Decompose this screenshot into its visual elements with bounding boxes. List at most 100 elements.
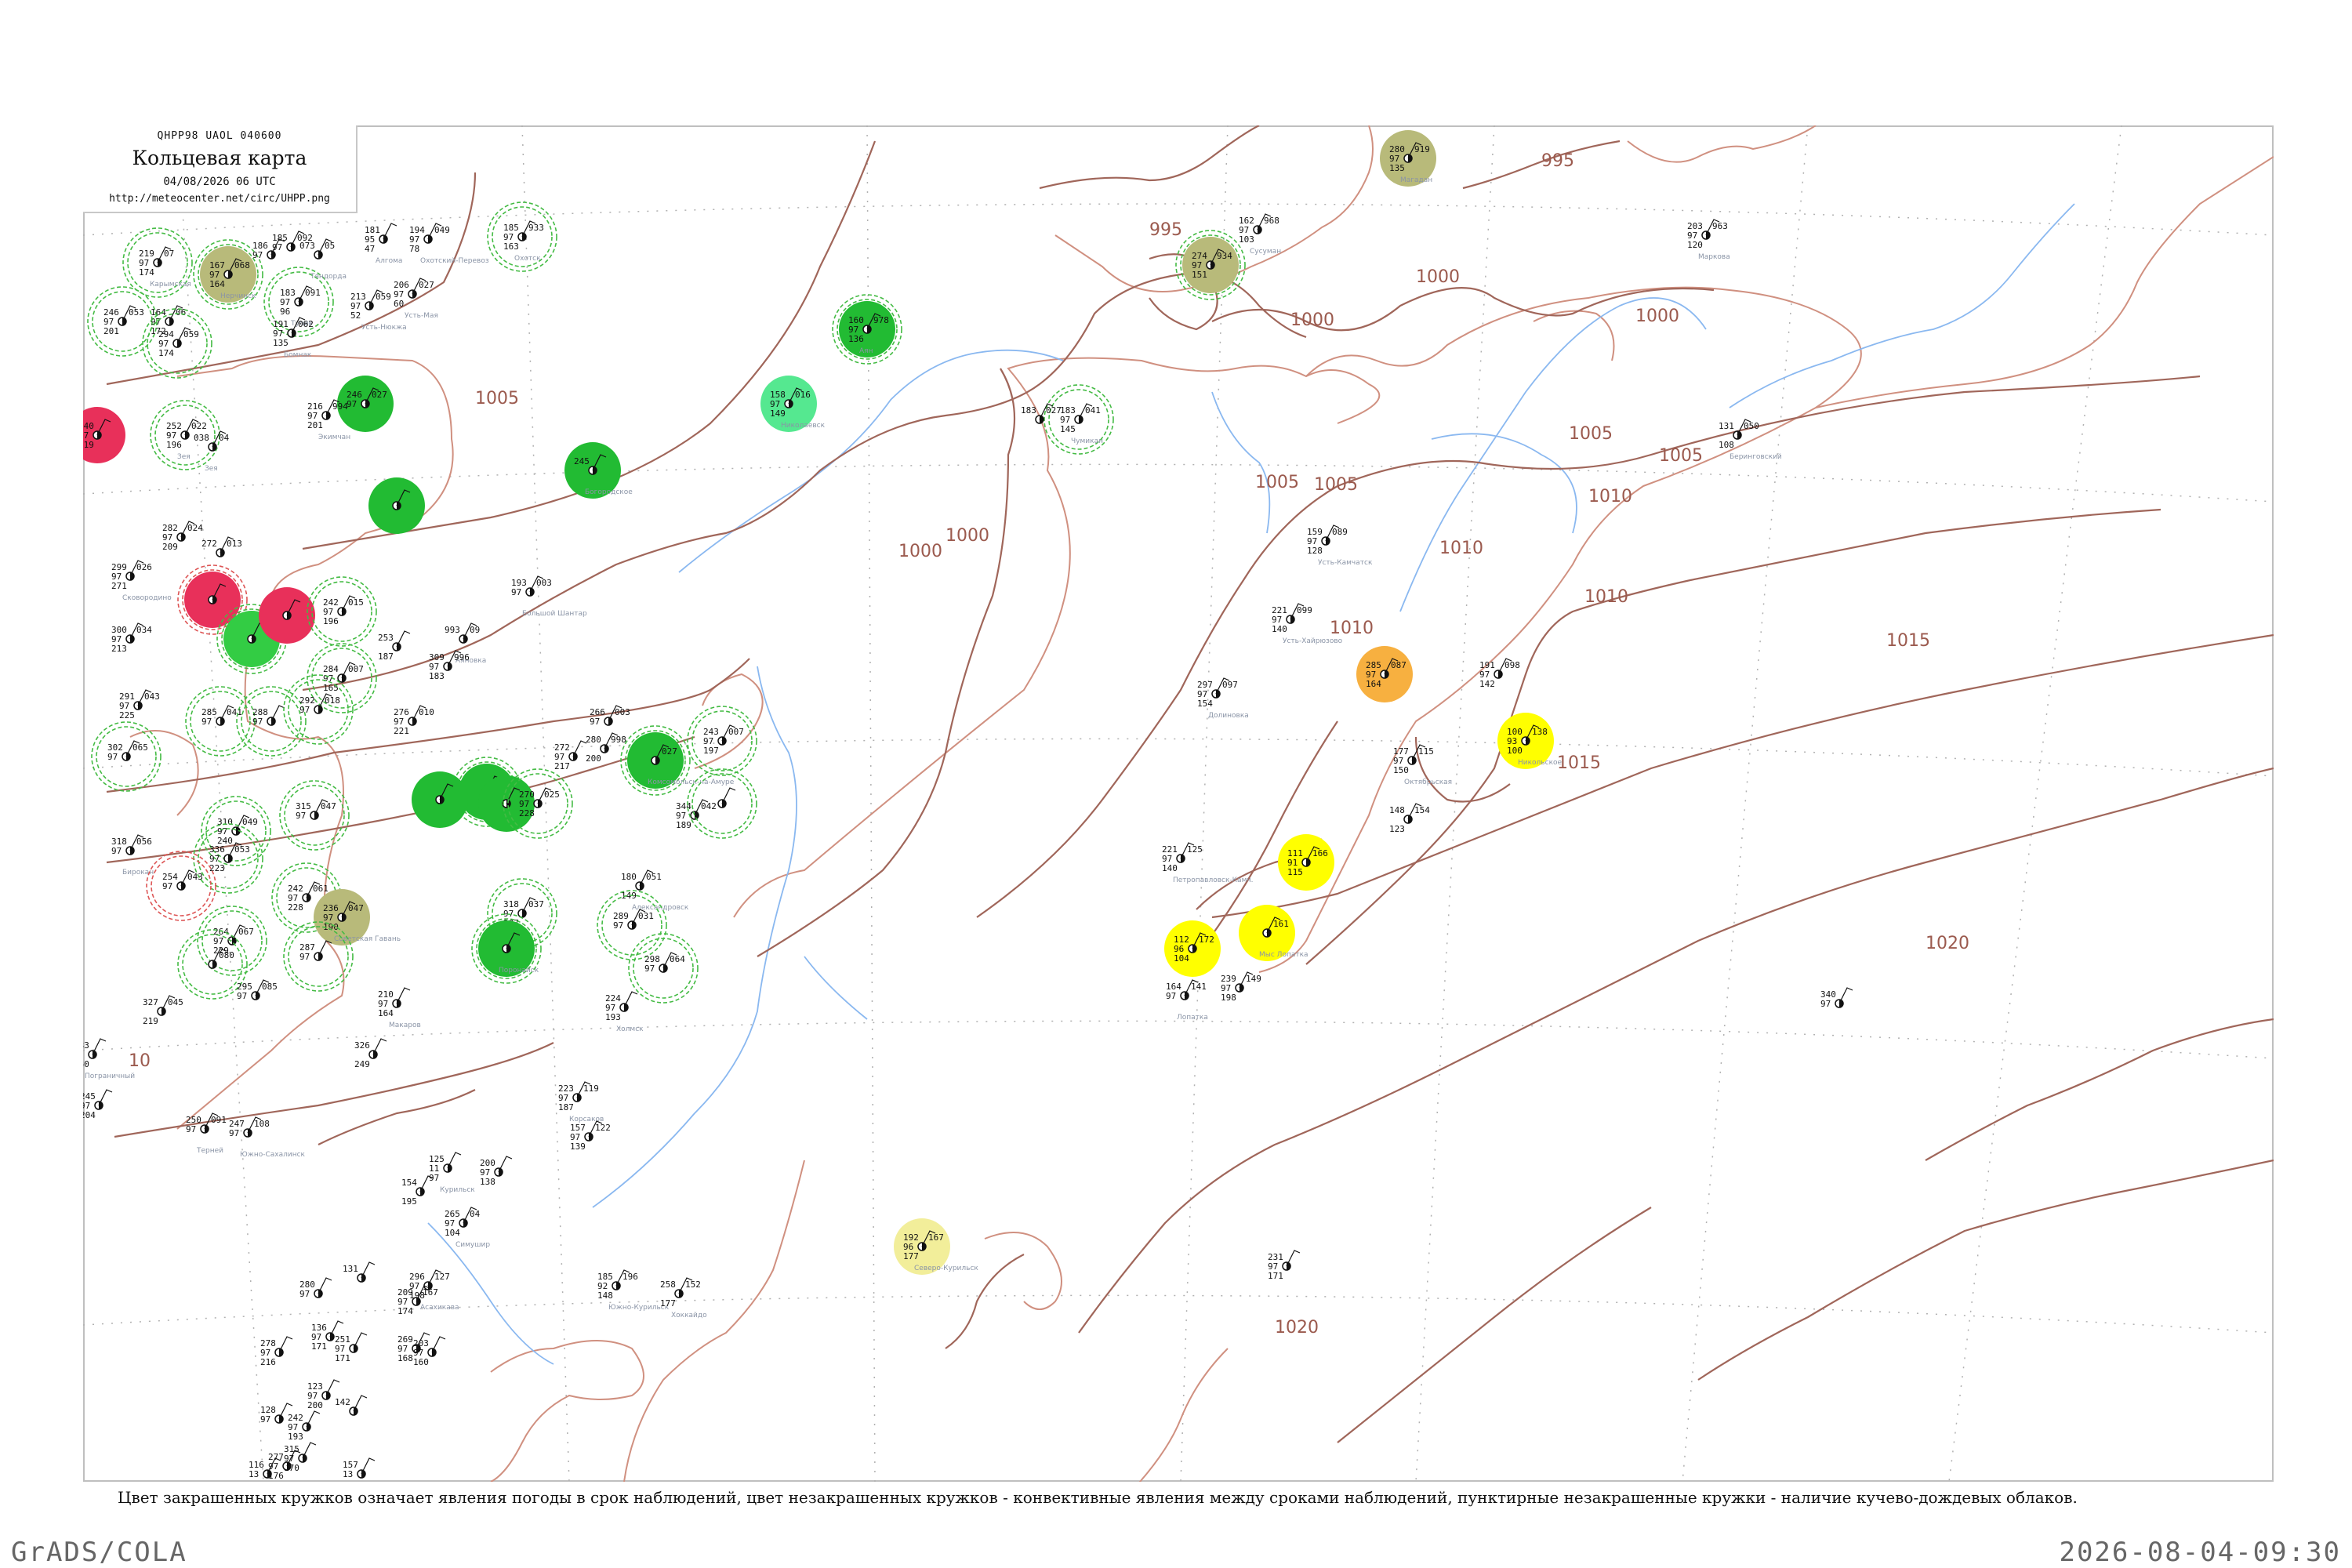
weather-station[interactable]: 20097138 [480, 1156, 513, 1187]
weather-station[interactable]: 326 249 [354, 1038, 387, 1069]
weather-station[interactable]: 161 Мыс Лопатка [1239, 905, 1308, 961]
weather-station[interactable]: 17797150115Октябрьская [1393, 744, 1452, 786]
weather-station[interactable]: 33697223053 [193, 823, 263, 894]
weather-station[interactable]: 15997128089Усть-Камчатск [1307, 524, 1373, 567]
weather-station[interactable]: 28297209024 [162, 521, 203, 552]
weather-station[interactable]: 1819547Алгома [365, 223, 402, 265]
weather-station[interactable]: 19397003Большой Шантар [511, 575, 587, 618]
source-url[interactable]: http://meteocenter.net/circ/UHPP.png [83, 193, 356, 205]
weather-station[interactable]: 25097091Терней [186, 1112, 227, 1155]
weather-station[interactable]: 25197171 [335, 1332, 368, 1363]
weather-station[interactable]: 073 05 Тяндорда [299, 238, 347, 281]
weather-station[interactable] [412, 771, 468, 828]
weather-station[interactable]: 253 187 [378, 630, 411, 662]
weather-station[interactable]: 19197142098 [1479, 658, 1520, 689]
weather-station[interactable]: 16297103968Сусуман [1239, 213, 1281, 256]
weather-station[interactable]: 28597164087 [1356, 646, 1413, 702]
weather-station[interactable]: 258 177 152 Хоккайдо [660, 1277, 707, 1319]
weather-station[interactable]: 15797139122 [570, 1120, 611, 1152]
weather-station[interactable]: 29597085 [237, 979, 278, 1001]
weather-station[interactable]: 31897056Бирокан [111, 834, 154, 877]
weather-station[interactable]: 142 [335, 1395, 368, 1416]
weather-station[interactable]: 24397197007 [687, 706, 757, 776]
weather-station[interactable]: 27697221010 [394, 705, 434, 736]
weather-station[interactable]: 18592148196Южно-Курильск [597, 1269, 670, 1312]
weather-station[interactable]: 19296177167Северо-Курильск [894, 1218, 978, 1275]
station-dewpoint: 139 [570, 1142, 586, 1152]
weather-station[interactable]: 26497229067 [197, 906, 267, 976]
station-pressure: 013 [227, 539, 242, 549]
weather-station[interactable]: 15713Мисава [343, 1457, 381, 1482]
weather-station[interactable]: Поронайск [471, 913, 542, 984]
weather-station[interactable]: 131 [343, 1261, 376, 1283]
weather-station[interactable]: 29897064 [628, 933, 699, 1004]
weather-station[interactable]: 18397145041Чумикан [1044, 384, 1114, 455]
weather-station[interactable]: 24797108Южно-Сахалинск [229, 1116, 306, 1159]
weather-station[interactable]: 30297065 [91, 721, 162, 792]
weather-station[interactable]: 22397187119Корсаков [558, 1081, 604, 1123]
weather-station[interactable]: 30997183996 [429, 650, 470, 681]
weather-station[interactable]: 11296104172 [1164, 920, 1221, 977]
weather-station[interactable]: 27297217 [554, 740, 587, 771]
weather-station[interactable]: 28097135919Магадан [1380, 130, 1436, 187]
weather-station[interactable]: 245 Богородское [564, 442, 633, 499]
weather-station[interactable]: 18597163933Охотск [487, 201, 557, 272]
weather-station[interactable]: 30097213034 [111, 622, 152, 654]
station-pressure: 05 [325, 241, 335, 251]
weather-station[interactable]: 29197225043 [119, 689, 160, 720]
weather-station[interactable]: 25497043 [146, 851, 216, 921]
station-name: Усть-Камчатск [1318, 559, 1373, 567]
isobar-label: 10 [129, 1051, 151, 1071]
weather-station[interactable]: 28097 [299, 1277, 332, 1299]
weather-station[interactable]: 15897149016Николаевск [760, 376, 826, 432]
weather-station[interactable]: 34097 [1820, 987, 1853, 1009]
weather-station[interactable]: 280 200 998 [586, 732, 626, 764]
weather-station[interactable]: 333 250 Пограничный [83, 1038, 135, 1080]
weather-station[interactable]: 16097136978Аян [832, 294, 902, 365]
weather-station[interactable]: 24597204 [83, 1089, 113, 1120]
weather-station[interactable]: 183 027 [1021, 403, 1062, 424]
station-dewpoint: 219 [83, 440, 94, 450]
weather-station[interactable]: 31597047 [279, 780, 350, 851]
weather-station[interactable]: 24297193 [288, 1410, 321, 1442]
weather-station[interactable]: 16497141Лопатка [1166, 979, 1208, 1022]
isobar-label: 1020 [1275, 1318, 1319, 1338]
weather-station[interactable]: 24697201053 [87, 286, 158, 357]
weather-station[interactable]: 29297018 [283, 674, 354, 745]
weather-station[interactable]: 24297196015 [307, 576, 377, 647]
weather-station[interactable]: 26697003 [590, 705, 630, 727]
weather-station[interactable] [368, 477, 425, 534]
weather-station[interactable] [259, 587, 315, 644]
weather-station[interactable]: 23197171 [1268, 1250, 1301, 1281]
weather-station[interactable]: 28597041 [185, 686, 256, 757]
weather-station[interactable]: 24097219 [83, 407, 125, 463]
weather-station[interactable]: 20397120963Маркова [1687, 219, 1730, 261]
weather-station[interactable]: 131 108 050 Беринговский [1719, 419, 1782, 461]
weather-station[interactable]: 2199717407Карымская [122, 227, 193, 298]
weather-station[interactable]: 23697190047Советская Гавань [314, 889, 401, 946]
station-pressure: 196 [622, 1272, 638, 1282]
station-pressure: 043 [187, 872, 203, 882]
weather-station[interactable]: 272 013 [201, 536, 242, 557]
station-dewpoint: 195 [401, 1196, 417, 1207]
weather-station[interactable]: 27897216 [260, 1336, 293, 1367]
weather-station[interactable]: 148 123 154 [1389, 803, 1430, 834]
weather-station[interactable]: 327 219 045 [143, 995, 183, 1026]
weather-station[interactable]: 28997031 [597, 890, 667, 960]
weather-station[interactable]: 29797154097Долиновка [1197, 677, 1249, 720]
weather-station[interactable]: 10093100138Никольское [1497, 713, 1563, 769]
weather-station[interactable]: 1251197Курильск [429, 1152, 475, 1194]
weather-station[interactable]: 2659710404Симушир [445, 1207, 490, 1249]
weather-station[interactable]: 1949778049Охотский-Перевоз [409, 223, 489, 265]
weather-station[interactable]: 29497174059 [142, 308, 212, 379]
station-pressure: 049 [434, 225, 450, 235]
weather-station[interactable]: 20397160 [413, 1336, 446, 1367]
weather-station[interactable]: 22497193Холмск [605, 991, 644, 1033]
synoptic-map[interactable]: 9959951000 100010001000100010051005100510… [83, 125, 2274, 1482]
weather-station[interactable]: 22197140125Петропавловск-Камч. [1162, 842, 1254, 884]
weather-station[interactable]: 23997198149 [1221, 971, 1261, 1003]
station-visibility: 97 [201, 717, 212, 727]
weather-station[interactable]: 21097164Макаров [378, 987, 421, 1029]
weather-station[interactable]: 29997271026Сковородино [111, 560, 172, 602]
weather-station[interactable]: 11191115166 [1278, 834, 1334, 891]
